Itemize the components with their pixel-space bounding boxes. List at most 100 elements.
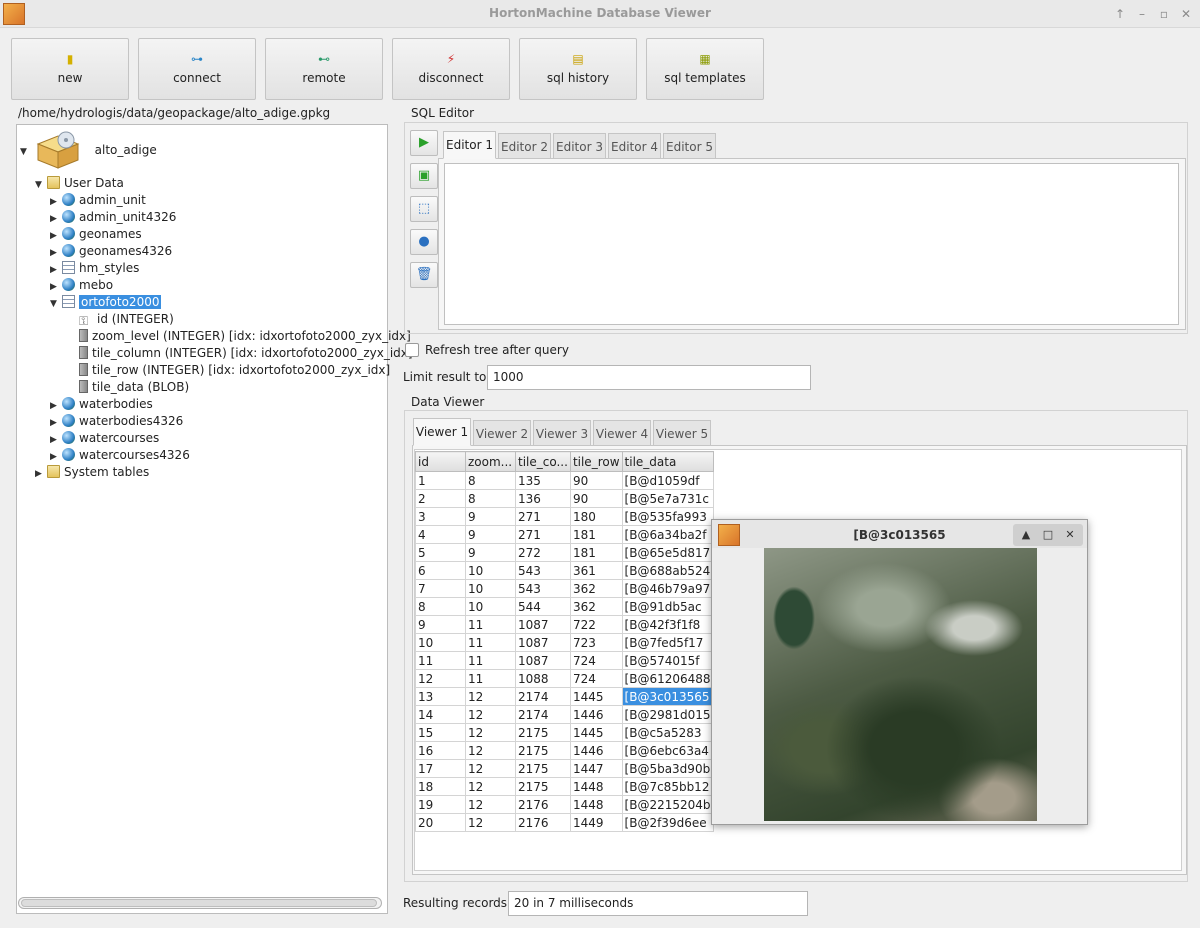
table-cell[interactable]: 11 xyxy=(465,615,516,634)
table-row[interactable]: 15 12 2175 1445 [B@c5a5283 xyxy=(415,723,714,742)
table-cell[interactable]: [B@c5a5283 xyxy=(621,723,714,742)
table-cell[interactable]: 20 xyxy=(415,813,466,832)
table-cell[interactable]: 271 xyxy=(515,507,571,526)
table-cell[interactable]: 724 xyxy=(569,669,623,688)
table-cell[interactable]: 1448 xyxy=(569,777,623,796)
table-cell[interactable]: 724 xyxy=(569,651,623,670)
table-cell[interactable]: 1 xyxy=(415,471,466,490)
tab-editor-3[interactable]: Editor 3 xyxy=(553,133,606,159)
table-cell[interactable]: 2175 xyxy=(515,777,571,796)
table-cell[interactable]: [B@2f39d6ee xyxy=(621,813,714,832)
column-header-tile-row[interactable]: tile_row xyxy=(569,451,623,472)
table-cell[interactable]: 11 xyxy=(465,633,516,652)
remote-button[interactable]: ⊷ remote xyxy=(265,38,383,100)
table-cell[interactable]: 90 xyxy=(569,489,623,508)
table-cell[interactable]: [B@535fa993 xyxy=(621,507,714,526)
tree-item[interactable]: ⚿ id (INTEGER) xyxy=(65,311,174,328)
table-cell[interactable]: 3 xyxy=(415,507,466,526)
table-cell[interactable]: 2 xyxy=(415,489,466,508)
table-cell[interactable]: [B@2215204b xyxy=(621,795,714,814)
table-cell[interactable]: 9 xyxy=(415,615,466,634)
table-cell[interactable]: 722 xyxy=(569,615,623,634)
table-cell[interactable]: 2175 xyxy=(515,723,571,742)
table-cell[interactable]: 12 xyxy=(465,741,516,760)
table-cell[interactable]: 9 xyxy=(465,543,516,562)
table-row[interactable]: 3 9 271 180 [B@535fa993 xyxy=(415,507,714,526)
geometry-view-icon[interactable]: ● xyxy=(410,229,438,255)
table-cell[interactable]: 180 xyxy=(569,507,623,526)
tab-editor-4[interactable]: Editor 4 xyxy=(608,133,661,159)
column-header-tile-column[interactable]: tile_co... xyxy=(515,451,571,472)
table-cell[interactable]: 10 xyxy=(465,579,516,598)
keep-above-icon[interactable]: ↑ xyxy=(1112,6,1128,22)
table-cell[interactable]: 12 xyxy=(465,777,516,796)
table-cell[interactable]: 272 xyxy=(515,543,571,562)
popup-maximize-icon[interactable]: □ xyxy=(1037,524,1059,546)
table-cell[interactable]: 1449 xyxy=(569,813,623,832)
table-cell[interactable]: 12 xyxy=(465,759,516,778)
table-row[interactable]: 5 9 272 181 [B@65e5d817 xyxy=(415,543,714,562)
table-cell[interactable]: [B@5ba3d90b xyxy=(621,759,714,778)
table-cell[interactable]: 1447 xyxy=(569,759,623,778)
table-cell[interactable]: 10 xyxy=(465,561,516,580)
table-cell[interactable]: 1446 xyxy=(569,741,623,760)
table-cell[interactable]: [B@91db5ac xyxy=(621,597,714,616)
table-cell[interactable]: 135 xyxy=(515,471,571,490)
tree-item[interactable]: ▼ User Data xyxy=(35,175,124,192)
limit-input[interactable]: 1000 xyxy=(487,365,811,390)
table-cell[interactable]: [B@6ebc63a4 xyxy=(621,741,714,760)
table-cell[interactable]: 12 xyxy=(465,723,516,742)
tab-editor-1[interactable]: Editor 1 xyxy=(443,131,496,159)
table-cell[interactable]: 136 xyxy=(515,489,571,508)
table-cell[interactable]: 11 xyxy=(465,669,516,688)
table-cell[interactable]: [B@7fed5f17 xyxy=(621,633,714,652)
tab-viewer-2[interactable]: Viewer 2 xyxy=(473,420,531,446)
close-icon[interactable]: ✕ xyxy=(1178,6,1194,22)
table-cell[interactable]: 723 xyxy=(569,633,623,652)
table-cell[interactable]: 543 xyxy=(515,579,571,598)
table-cell[interactable]: 6 xyxy=(415,561,466,580)
table-cell[interactable]: 1445 xyxy=(569,687,623,706)
tab-editor-2[interactable]: Editor 2 xyxy=(498,133,551,159)
table-cell[interactable]: [B@42f3f1f8 xyxy=(621,615,714,634)
column-header-zoom[interactable]: zoom... xyxy=(465,451,516,472)
table-cell[interactable]: 1087 xyxy=(515,651,571,670)
run-query-icon[interactable]: ▶ xyxy=(410,130,438,156)
table-row[interactable]: 7 10 543 362 [B@46b79a97 xyxy=(415,579,714,598)
table-cell[interactable]: 2176 xyxy=(515,813,571,832)
table-row[interactable]: 17 12 2175 1447 [B@5ba3d90b xyxy=(415,759,714,778)
table-cell[interactable]: [B@2981d015 xyxy=(621,705,714,724)
tree-item[interactable]: ▶ watercourses4326 xyxy=(50,447,190,464)
table-cell[interactable]: 2175 xyxy=(515,759,571,778)
table-cell[interactable]: [B@6a34ba2f xyxy=(621,525,714,544)
sql-templates-button[interactable]: ▦ sql templates xyxy=(646,38,764,100)
select-icon[interactable]: ⬚ xyxy=(410,196,438,222)
tree-root[interactable]: ▼ alto_adige xyxy=(20,142,157,159)
table-cell[interactable]: 12 xyxy=(465,705,516,724)
collapse-arrow-icon[interactable]: ▼ xyxy=(20,144,32,161)
table-cell[interactable]: 362 xyxy=(569,597,623,616)
table-cell[interactable]: 10 xyxy=(465,597,516,616)
tab-viewer-5[interactable]: Viewer 5 xyxy=(653,420,711,446)
table-cell[interactable]: 1446 xyxy=(569,705,623,724)
tree-horizontal-scrollbar[interactable] xyxy=(18,897,382,909)
new-button[interactable]: ▮ new xyxy=(11,38,129,100)
expand-arrow-icon[interactable]: ▶ xyxy=(35,466,47,483)
table-cell[interactable]: 1445 xyxy=(569,723,623,742)
tree-item[interactable]: ▶ waterbodies4326 xyxy=(50,413,183,430)
table-cell[interactable]: 8 xyxy=(465,471,516,490)
table-row[interactable]: 1 8 135 90 [B@d1059df xyxy=(415,471,714,490)
table-cell[interactable]: 12 xyxy=(465,687,516,706)
table-cell[interactable]: 2174 xyxy=(515,687,571,706)
table-cell[interactable]: [B@688ab524 xyxy=(621,561,714,580)
table-cell[interactable]: 5 xyxy=(415,543,466,562)
table-cell[interactable]: 19 xyxy=(415,795,466,814)
table-cell[interactable]: 18 xyxy=(415,777,466,796)
table-cell[interactable]: 544 xyxy=(515,597,571,616)
table-cell[interactable]: 181 xyxy=(569,543,623,562)
table-cell[interactable]: 8 xyxy=(465,489,516,508)
table-cell[interactable]: 90 xyxy=(569,471,623,490)
table-cell[interactable]: 9 xyxy=(465,525,516,544)
tree-item[interactable]: ▼ ortofoto2000 xyxy=(50,294,162,311)
table-cell[interactable]: [B@46b79a97 xyxy=(621,579,714,598)
